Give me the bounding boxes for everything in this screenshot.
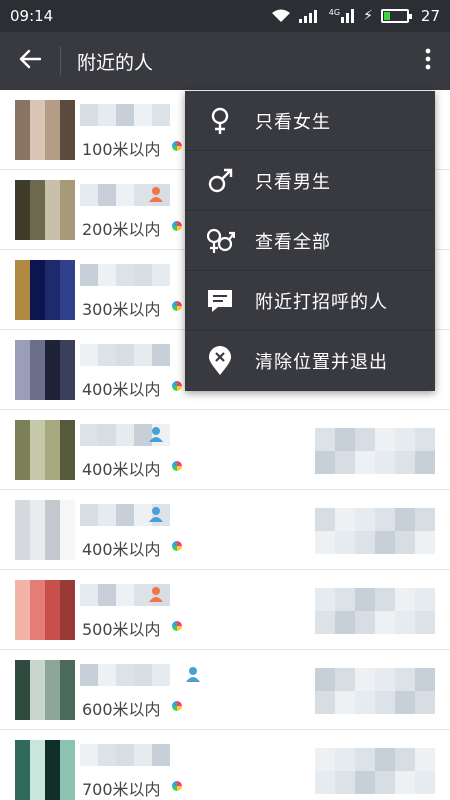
distance-label: 400米以内 bbox=[82, 460, 161, 479]
wifi-icon bbox=[271, 9, 291, 23]
filter-popup-menu: 只看女生 只看男生 查看全部 附近打招呼的人 清除位置并退出 bbox=[185, 91, 435, 391]
blurred-signature bbox=[315, 588, 435, 634]
menu-item-nearby-greetings[interactable]: 附近打招呼的人 bbox=[185, 271, 435, 331]
menu-label: 清除位置并退出 bbox=[255, 352, 388, 373]
album-icon bbox=[172, 461, 182, 471]
distance-label: 600米以内 bbox=[82, 700, 161, 719]
charging-icon: ⚡ bbox=[363, 8, 373, 24]
menu-item-clear-location-exit[interactable]: 清除位置并退出 bbox=[185, 331, 435, 391]
battery-icon bbox=[380, 9, 412, 23]
app-bar-divider bbox=[60, 46, 61, 76]
blurred-nickname bbox=[80, 664, 170, 686]
blurred-nickname bbox=[80, 104, 170, 126]
network-type-label: 4G bbox=[328, 8, 341, 17]
back-button[interactable] bbox=[0, 32, 60, 90]
avatar bbox=[15, 740, 75, 800]
menu-label: 附近打招呼的人 bbox=[255, 291, 388, 313]
male-badge-icon bbox=[148, 506, 164, 522]
album-icon bbox=[172, 301, 182, 311]
avatar bbox=[15, 660, 75, 720]
album-icon bbox=[172, 781, 182, 791]
avatar bbox=[15, 500, 75, 560]
network-type-signal-icon: 4G bbox=[329, 9, 355, 23]
male-icon bbox=[185, 167, 255, 195]
album-icon bbox=[172, 541, 182, 551]
battery-fill bbox=[383, 12, 390, 20]
distance-label: 400米以内 bbox=[82, 380, 161, 399]
distance-label: 400米以内 bbox=[82, 540, 161, 559]
signal-icon bbox=[298, 9, 321, 23]
blurred-nickname bbox=[80, 744, 170, 766]
more-options-button[interactable] bbox=[406, 32, 450, 90]
menu-item-male-only[interactable]: 只看男生 bbox=[185, 151, 435, 211]
clear-location-icon bbox=[185, 346, 255, 376]
female-badge-icon bbox=[148, 586, 164, 602]
blurred-nickname bbox=[80, 344, 170, 366]
app-bar: 附近的人 bbox=[0, 32, 450, 90]
female-badge-icon bbox=[148, 186, 164, 202]
list-item[interactable]: 400米以内 bbox=[0, 410, 450, 490]
album-icon bbox=[172, 701, 182, 711]
menu-item-view-all[interactable]: 查看全部 bbox=[185, 211, 435, 271]
avatar bbox=[15, 100, 75, 160]
status-icons: 4G ⚡ 27 bbox=[271, 7, 440, 25]
blurred-signature bbox=[315, 748, 435, 794]
list-item[interactable]: 500米以内 bbox=[0, 570, 450, 650]
blurred-signature bbox=[315, 428, 435, 474]
avatar bbox=[15, 580, 75, 640]
distance-label: 100米以内 bbox=[82, 140, 161, 159]
list-item[interactable]: 700米以内 bbox=[0, 730, 450, 800]
status-bar: 09:14 4G ⚡ 27 bbox=[0, 0, 450, 32]
male-badge-icon bbox=[185, 666, 201, 682]
album-icon bbox=[172, 221, 182, 231]
menu-label: 只看男生 bbox=[255, 171, 331, 193]
avatar bbox=[15, 260, 75, 320]
menu-label: 查看全部 bbox=[255, 231, 331, 253]
blurred-nickname bbox=[80, 264, 170, 286]
back-arrow-icon bbox=[19, 49, 42, 73]
menu-item-female-only[interactable]: 只看女生 bbox=[185, 91, 435, 151]
avatar bbox=[15, 420, 75, 480]
avatar bbox=[15, 180, 75, 240]
more-vertical-icon bbox=[425, 48, 431, 74]
greeting-message-icon bbox=[185, 288, 255, 314]
menu-label: 只看女生 bbox=[255, 111, 331, 133]
male-badge-icon bbox=[148, 426, 164, 442]
blurred-signature bbox=[315, 508, 435, 554]
album-icon bbox=[172, 621, 182, 631]
distance-label: 200米以内 bbox=[82, 220, 161, 239]
album-icon bbox=[172, 141, 182, 151]
battery-level: 27 bbox=[420, 7, 440, 25]
blurred-signature bbox=[315, 668, 435, 714]
album-icon bbox=[172, 381, 182, 391]
female-icon bbox=[185, 107, 255, 135]
all-genders-icon bbox=[185, 227, 255, 255]
list-item[interactable]: 400米以内 bbox=[0, 490, 450, 570]
distance-label: 700米以内 bbox=[82, 780, 161, 799]
distance-label: 500米以内 bbox=[82, 620, 161, 639]
list-item[interactable]: 600米以内 bbox=[0, 650, 450, 730]
page-title: 附近的人 bbox=[77, 51, 154, 74]
distance-label: 300米以内 bbox=[82, 300, 161, 319]
avatar bbox=[15, 340, 75, 400]
status-time: 09:14 bbox=[10, 7, 54, 25]
